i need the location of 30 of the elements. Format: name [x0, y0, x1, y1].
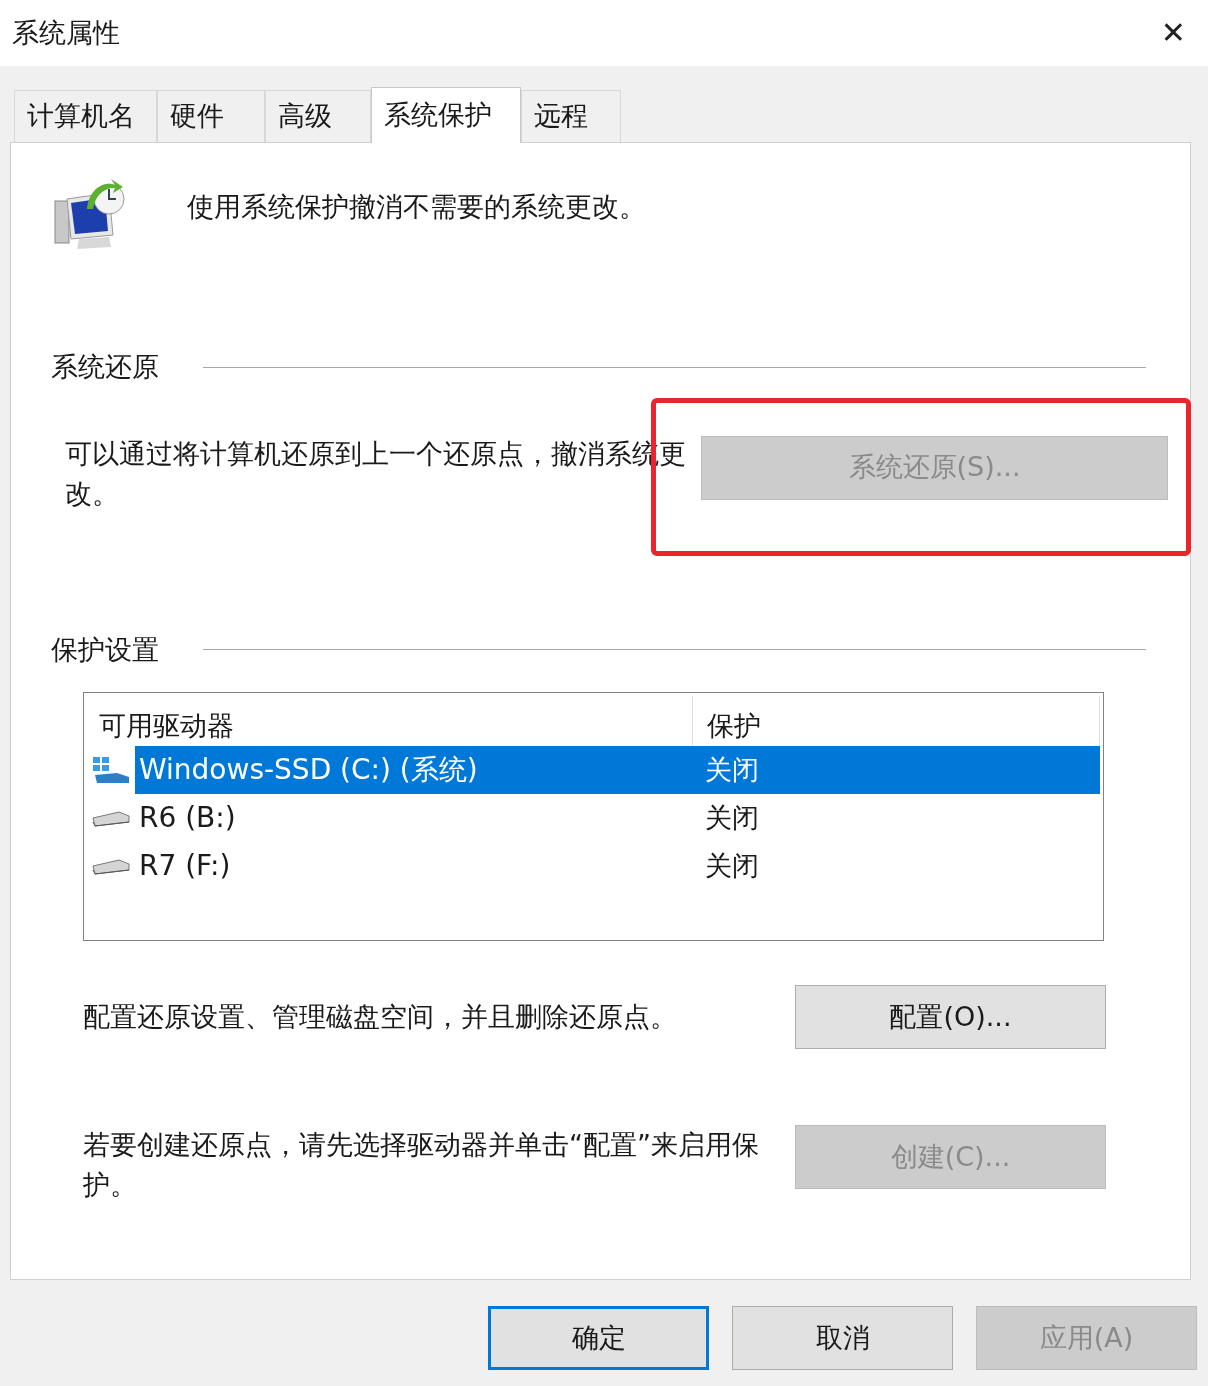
- description-text: 配置还原设置、管理磁盘空间，并且删除还原点。: [83, 1000, 678, 1034]
- section-heading: 保护设置: [51, 632, 159, 667]
- windows-drive-icon: [91, 755, 131, 785]
- window-title: 系统属性: [12, 15, 120, 50]
- close-button[interactable]: ✕: [1160, 18, 1186, 48]
- button: 应用(A): [976, 1306, 1197, 1370]
- tab[interactable]: 系统保护: [371, 87, 521, 143]
- description-text: 使用系统保护撤消不需要的系统更改。: [187, 190, 646, 224]
- description-text: 若要创建还原点，请先选择驱动器并单击“配置”来启用保护。: [83, 1128, 760, 1202]
- list-row[interactable]: Windows-SSD (C:) (系统) 关闭: [135, 746, 1100, 794]
- section-heading: 系统还原: [51, 350, 159, 384]
- button[interactable]: 取消: [732, 1306, 953, 1370]
- drive-icon: [91, 808, 131, 828]
- list-row[interactable]: R6 (B:) 关闭: [135, 794, 1100, 842]
- button: 系统还原(S)...: [701, 435, 1168, 500]
- tab[interactable]: 高级: [265, 90, 371, 142]
- list-row[interactable]: R7 (F:) 关闭: [135, 842, 1100, 890]
- tab[interactable]: 硬件: [157, 90, 265, 142]
- protection-status: 关闭: [705, 800, 759, 835]
- drive-name: Windows-SSD (C:) (系统): [138, 752, 479, 788]
- protection-status: 关闭: [705, 752, 759, 787]
- button: 创建(C)...: [795, 1125, 1106, 1189]
- drive-name: R7 (F:): [138, 848, 232, 884]
- tab[interactable]: 计算机名: [14, 90, 157, 142]
- protection-status: 关闭: [705, 848, 759, 883]
- drive-name: R6 (B:): [138, 800, 237, 836]
- button[interactable]: 确定: [488, 1306, 709, 1370]
- tab[interactable]: 远程: [521, 90, 621, 142]
- drive-icon: [91, 856, 131, 876]
- button[interactable]: 配置(O)...: [795, 985, 1106, 1049]
